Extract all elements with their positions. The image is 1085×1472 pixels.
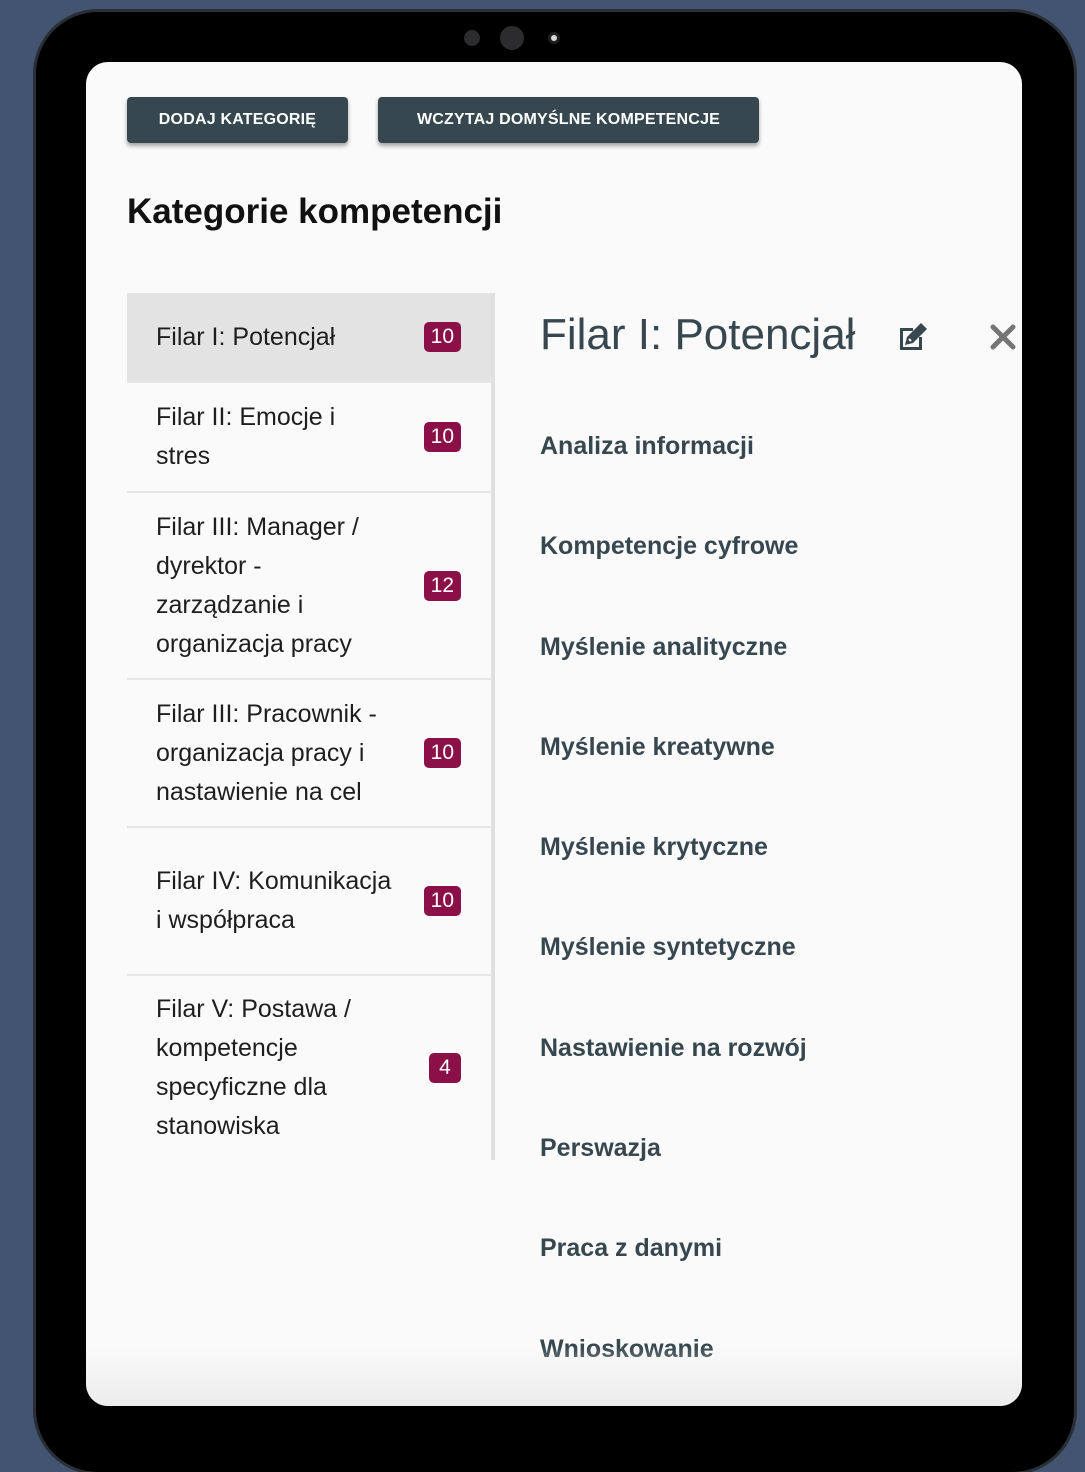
- category-label: Filar III: Manager / dyrektor - zarządza…: [156, 512, 359, 658]
- category-count-badge: 10: [423, 886, 461, 916]
- category-count-badge: 10: [423, 422, 461, 452]
- category-list: Filar I: Potencjał 10 Filar II: Emocje i…: [127, 293, 495, 1160]
- sensor-icon: [464, 30, 480, 46]
- page-title: Kategorie kompetencji: [127, 192, 503, 231]
- competency-item[interactable]: Praca z danymi: [540, 1228, 807, 1328]
- add-category-button[interactable]: DODAJ KATEGORIĘ: [127, 97, 348, 143]
- competency-item[interactable]: Myślenie kreatywne: [540, 727, 807, 827]
- category-item-filar-4[interactable]: Filar IV: Komunikacja i współpraca 10: [127, 828, 491, 976]
- selected-category-title: Filar I: Potencjał: [540, 310, 856, 359]
- category-label: Filar V: Postawa / kompetencje specyficz…: [156, 995, 351, 1140]
- front-camera-icon: [500, 26, 524, 50]
- app-screen: DODAJ KATEGORIĘ WCZYTAJ DOMYŚLNE KOMPETE…: [86, 62, 1022, 1406]
- competency-list: Analiza informacji Kompetencje cyfrowe M…: [540, 426, 807, 1406]
- competency-item[interactable]: Myślenie analityczne: [540, 627, 807, 727]
- category-item-filar-5[interactable]: Filar V: Postawa / kompetencje specyficz…: [127, 976, 491, 1160]
- competency-item[interactable]: Wnioskowanie: [540, 1329, 807, 1406]
- category-item-filar-3-manager[interactable]: Filar III: Manager / dyrektor - zarządza…: [127, 493, 491, 680]
- competency-item[interactable]: Kompetencje cyfrowe: [540, 526, 807, 626]
- load-default-competencies-button[interactable]: WCZYTAJ DOMYŚLNE KOMPETENCJE: [378, 97, 759, 143]
- competency-item[interactable]: Myślenie krytyczne: [540, 827, 807, 927]
- category-label: Filar III: Pracownik - organizacja pracy…: [156, 699, 377, 806]
- competency-item[interactable]: Myślenie syntetyczne: [540, 927, 807, 1027]
- category-label: Filar IV: Komunikacja i współpraca: [156, 867, 392, 934]
- category-count-badge: 10: [423, 738, 461, 768]
- competency-item[interactable]: Analiza informacji: [540, 426, 807, 526]
- category-label: Filar II: Emocje i stres: [156, 403, 336, 470]
- category-count-badge: 12: [423, 570, 461, 601]
- category-item-filar-3-pracownik[interactable]: Filar III: Pracownik - organizacja pracy…: [127, 680, 491, 828]
- category-count-badge: 4: [429, 1053, 461, 1083]
- category-label: Filar I: Potencjał: [156, 322, 336, 351]
- camera-lens-icon: [548, 32, 560, 44]
- category-item-filar-1[interactable]: Filar I: Potencjał 10: [127, 293, 491, 383]
- close-icon[interactable]: [988, 320, 1018, 354]
- category-item-filar-2[interactable]: Filar II: Emocje i stres 10: [127, 383, 491, 493]
- competency-item[interactable]: Perswazja: [540, 1128, 807, 1228]
- category-count-badge: 10: [423, 322, 461, 352]
- edit-icon[interactable]: [896, 320, 930, 354]
- competency-item[interactable]: Nastawienie na rozwój: [540, 1028, 807, 1128]
